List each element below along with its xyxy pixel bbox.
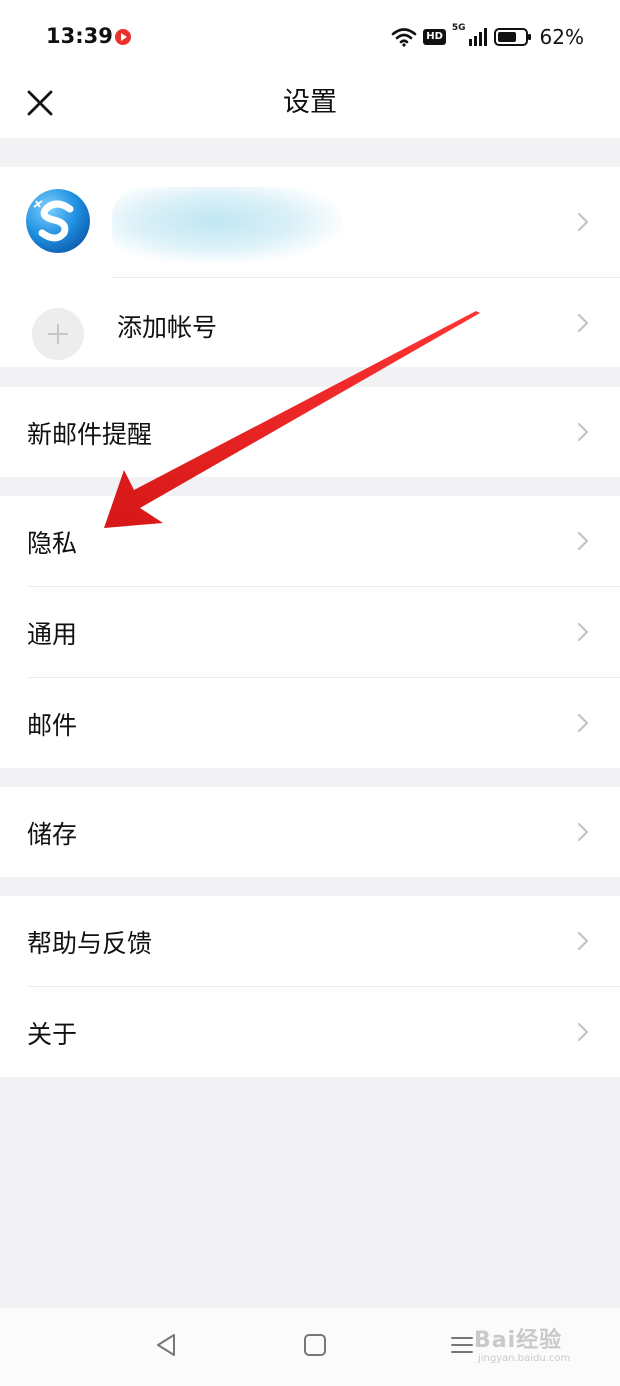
hd-badge: HD [423, 29, 446, 45]
menu-item-help-feedback[interactable]: 帮助与反馈 [0, 896, 620, 986]
chevron-right-icon [577, 212, 589, 232]
chevron-right-icon [577, 313, 589, 333]
menu-item-privacy[interactable]: 隐私 [0, 496, 620, 586]
chevron-right-icon [577, 531, 589, 551]
menu-item-label: 隐私 [27, 529, 78, 558]
storage-section: 储存 [0, 787, 620, 877]
back-icon[interactable] [152, 1330, 182, 1360]
menu-item-general[interactable]: 通用 [0, 587, 620, 677]
account-name-blurred [112, 187, 342, 263]
menu-item-label: 新邮件提醒 [27, 420, 153, 449]
add-account-row[interactable]: 添加帐号 [0, 278, 620, 367]
menu-item-mail[interactable]: 邮件 [0, 678, 620, 768]
status-bar: 13:39 HD 5G 62% [0, 0, 620, 70]
chevron-right-icon [577, 931, 589, 951]
notification-section: 新邮件提醒 [0, 387, 620, 477]
system-icons: HD 5G 62% [391, 24, 584, 50]
record-icon [115, 29, 131, 45]
add-icon [32, 308, 84, 360]
add-account-label: 添加帐号 [117, 313, 218, 342]
chevron-right-icon [577, 422, 589, 442]
watermark-brand: Bai经验 [474, 1328, 563, 1353]
chevron-right-icon [577, 622, 589, 642]
home-icon[interactable] [300, 1330, 330, 1360]
menu-item-label: 关于 [27, 1020, 78, 1049]
avatar [26, 189, 90, 253]
battery-percent: 62% [539, 25, 584, 49]
status-time: 13:39 [46, 24, 113, 48]
menu-item-label: 通用 [27, 620, 78, 649]
menu-item-new-mail-alert[interactable]: 新邮件提醒 [0, 387, 620, 477]
menu-item-about[interactable]: 关于 [0, 987, 620, 1077]
chevron-right-icon [577, 713, 589, 733]
page-title: 设置 [283, 87, 337, 118]
wifi-icon [391, 28, 417, 47]
network-type: 5G [451, 23, 466, 33]
chevron-right-icon [577, 822, 589, 842]
chevron-right-icon [577, 1022, 589, 1042]
general-section: 隐私 通用 邮件 [0, 496, 620, 768]
menu-item-label: 储存 [27, 820, 78, 849]
battery-icon [493, 28, 531, 46]
account-section: 添加帐号 [0, 167, 620, 367]
menu-item-label: 邮件 [27, 711, 78, 740]
header: 设置 [0, 70, 620, 138]
support-section: 帮助与反馈 关于 [0, 896, 620, 1077]
signal-icon [468, 28, 487, 46]
watermark-url: jingyan.baidu.com [478, 1353, 571, 1364]
menu-item-storage[interactable]: 储存 [0, 787, 620, 877]
account-row[interactable] [0, 167, 620, 277]
menu-item-label: 帮助与反馈 [27, 929, 153, 958]
